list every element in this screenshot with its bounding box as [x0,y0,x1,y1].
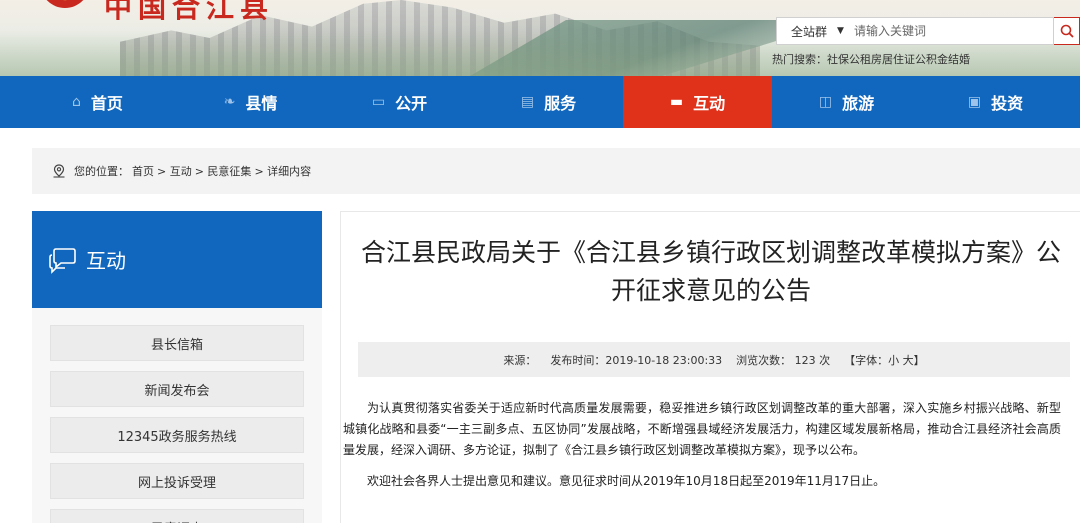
breadcrumb-interaction[interactable]: > 互动 [157,163,192,179]
nav-label: 服务 [544,94,577,113]
font-size-toggle[interactable]: 【字体：小 大】 [844,352,925,368]
sidebar-item-online-complaint[interactable]: 网上投诉受理 [50,463,304,499]
search-button[interactable] [1054,17,1080,45]
article-title: 合江县民政局关于《合江县乡镇行政区划调整改革模拟方案》公开征求意见的公告 [360,238,1061,305]
nav-item-tourism[interactable]: ◫ 旅游 [772,76,921,128]
meta-source: 来源： [503,353,537,367]
nav-item-service[interactable]: ▤ 服务 [474,76,623,128]
breadcrumb-detail: > 详细内容 [254,165,312,178]
article-body: 为认真贯彻落实省委关于适应新时代高质量发展需要，稳妥推进乡镇行政区划调整改革的重… [343,398,1061,502]
article-paragraph: 欢迎社会各界人士提出意见和建议。意见征求时间从2019年10月18日起至2019… [367,474,886,488]
sidebar-header: 互动 [32,211,322,308]
nav-label: 旅游 [842,94,875,113]
search-scope-select[interactable]: 全站群 [777,23,827,40]
meta-publish-time: 发布时间：2019-10-18 23:00:33 [550,353,723,367]
sidebar-item-12345-hotline[interactable]: 12345政务服务热线 [50,417,304,453]
chat-icon: ▬ [669,94,684,110]
nav-label: 投资 [991,94,1024,113]
location-pin-icon [52,164,66,178]
folder-icon: ▭ [371,94,386,110]
nav-label: 公开 [395,94,428,113]
sidebar-item-survey[interactable]: 民意调查 [50,509,304,523]
breadcrumb: 您的位置： 首页 > 互动 > 民意征集 > 详细内容 [32,148,1080,194]
emblem-icon[interactable] [40,0,90,8]
nav-item-investment[interactable]: ▣ 投资 [921,76,1070,128]
search-bar: 全站群 ▼ [776,17,1054,45]
sidebar-item-press-conference[interactable]: 新闻发布会 [50,371,304,407]
nav-item-public[interactable]: ▭ 公开 [325,76,474,128]
leaf-icon: ❧ [223,94,236,110]
hot-search-text[interactable]: 热门搜索：社保公租房居住证公积金结婚 [772,51,970,67]
home-icon: ⌂ [72,94,81,110]
chat-bubble-icon [49,247,76,274]
header-banner: 中国合江县 全站群 ▼ 热门搜索：社保公租房居住证公积金结婚 [0,0,1080,76]
sidebar: 互动 县长信箱 新闻发布会 12345政务服务热线 网上投诉受理 民意调查 [32,211,322,523]
book-icon: ◫ [818,94,833,110]
meta-views: 浏览次数： 123 次 [736,353,831,367]
breadcrumb-opinion[interactable]: > 民意征集 [195,163,252,179]
nav-label: 首页 [90,94,123,113]
article-paragraph: 为认真贯彻落实省委关于适应新时代高质量发展需要，稳妥推进乡镇行政区划调整改革的重… [343,401,1061,457]
dropdown-arrow-icon[interactable]: ▼ [837,26,844,36]
nav-item-county[interactable]: ❧ 县情 [176,76,325,128]
sidebar-item-mayor-mailbox[interactable]: 县长信箱 [50,325,304,361]
nav-item-interaction[interactable]: ▬ 互动 [623,76,772,128]
breadcrumb-home[interactable]: 首页 [132,163,154,179]
sidebar-title: 互动 [86,249,126,273]
article-meta: 来源： 发布时间：2019-10-18 23:00:33 浏览次数： 123 次… [358,342,1070,377]
site-logo-text[interactable]: 中国合江县 [104,0,274,26]
breadcrumb-prefix: 您的位置： [74,165,129,178]
document-icon: ▤ [520,94,535,110]
sidebar-list: 县长信箱 新闻发布会 12345政务服务热线 网上投诉受理 民意调查 [32,308,322,523]
nav-label: 互动 [693,94,726,113]
article-panel: 合江县民政局关于《合江县乡镇行政区划调整改革模拟方案》公开征求意见的公告 来源：… [340,211,1080,523]
search-icon [1060,24,1074,38]
calendar-icon: ▣ [967,94,982,110]
search-input[interactable] [853,19,1024,43]
main-nav: ⌂ 首页 ❧ 县情 ▭ 公开 ▤ 服务 ▬ 互动 ◫ 旅游 ▣ 投资 [0,76,1080,128]
nav-label: 县情 [245,94,278,113]
nav-item-home[interactable]: ⌂ 首页 [0,76,176,128]
